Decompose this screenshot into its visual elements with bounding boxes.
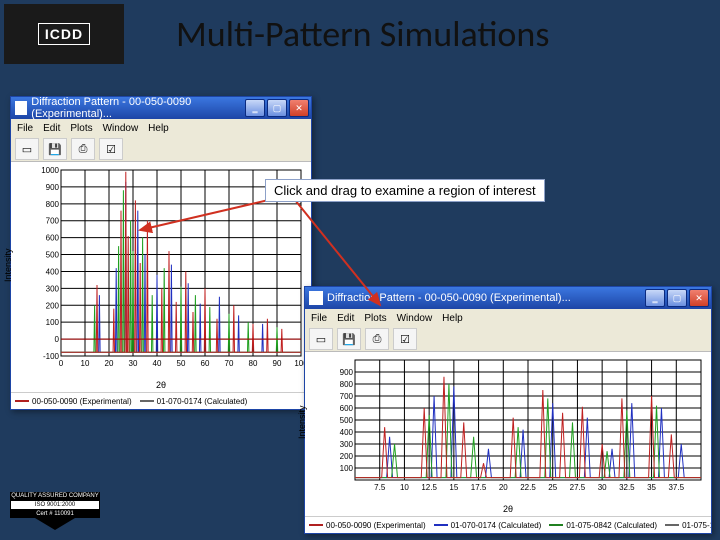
window-title: Diffraction Pattern - 00-050-0090 (Exper…: [31, 96, 245, 120]
svg-text:900: 900: [46, 183, 60, 192]
svg-text:20: 20: [499, 483, 508, 492]
svg-text:7.5: 7.5: [374, 483, 386, 492]
titlebar[interactable]: Diffraction Pattern - 00-050-0090 (Exper…: [11, 97, 311, 119]
svg-text:1000: 1000: [41, 166, 59, 175]
legend-item: 00-050-0090 (Experimental): [309, 521, 426, 530]
icdd-logo: ICDD: [4, 4, 124, 64]
svg-text:0: 0: [55, 335, 60, 344]
y-axis-label: Intensity: [297, 405, 307, 439]
svg-text:80: 80: [249, 359, 258, 368]
svg-text:30: 30: [129, 359, 138, 368]
svg-text:400: 400: [46, 267, 60, 276]
toolbar: ▭💾⎙☑: [305, 327, 711, 352]
svg-text:400: 400: [340, 428, 354, 437]
svg-text:200: 200: [340, 452, 354, 461]
options-icon[interactable]: ☑: [99, 138, 123, 160]
svg-text:17.5: 17.5: [471, 483, 487, 492]
svg-text:500: 500: [46, 251, 60, 260]
svg-text:100: 100: [46, 318, 60, 327]
menu-help[interactable]: Help: [148, 123, 169, 134]
options-icon[interactable]: ☑: [393, 328, 417, 350]
svg-text:500: 500: [340, 416, 354, 425]
close-button[interactable]: ✕: [289, 99, 309, 117]
menubar: File Edit Plots Window Help: [11, 119, 311, 137]
app-icon: [15, 101, 27, 115]
new-icon[interactable]: ▭: [309, 328, 333, 350]
legend-2: 00-050-0090 (Experimental) 01-070-0174 (C…: [305, 516, 711, 533]
svg-text:600: 600: [340, 404, 354, 413]
svg-text:35: 35: [647, 483, 656, 492]
menu-help[interactable]: Help: [442, 313, 463, 324]
svg-text:700: 700: [340, 392, 354, 401]
new-icon[interactable]: ▭: [15, 138, 39, 160]
svg-text:40: 40: [153, 359, 162, 368]
y-axis-label: Intensity: [3, 248, 13, 282]
svg-text:15: 15: [449, 483, 458, 492]
menu-file[interactable]: File: [17, 123, 33, 134]
menu-edit[interactable]: Edit: [43, 123, 60, 134]
toolbar: ▭💾⎙☑: [11, 137, 311, 162]
svg-text:60: 60: [201, 359, 210, 368]
diffraction-window-2: Diffraction Pattern - 00-050-0090 (Exper…: [304, 286, 712, 534]
svg-text:0: 0: [59, 359, 64, 368]
menu-window[interactable]: Window: [103, 123, 139, 134]
svg-text:-100: -100: [43, 352, 60, 361]
save-icon[interactable]: 💾: [337, 328, 361, 350]
minimize-button[interactable]: ‗: [645, 289, 665, 307]
arrow-2: [270, 195, 400, 315]
maximize-button[interactable]: ▢: [267, 99, 287, 117]
svg-text:90: 90: [273, 359, 282, 368]
diffraction-window-1: Diffraction Pattern - 00-050-0090 (Exper…: [10, 96, 312, 410]
plot-2: 7.5 10 12.5 15 17.5 20 22.5 25 27.5 30 32.5 35 37.5 1…: [331, 356, 705, 498]
legend-item: 01-070-0174 (Calculated): [434, 521, 542, 530]
callout-tip: Click and drag to examine a region of in…: [265, 179, 545, 202]
svg-text:27.5: 27.5: [570, 483, 586, 492]
chart-area-2[interactable]: Intensity 7.51012.51517.52022.52527.5303…: [305, 352, 711, 516]
svg-text:30: 30: [598, 483, 607, 492]
svg-text:800: 800: [46, 200, 60, 209]
menu-window[interactable]: Window: [397, 313, 433, 324]
maximize-button[interactable]: ▢: [667, 289, 687, 307]
svg-text:37.5: 37.5: [668, 483, 684, 492]
legend-item: 01-075-0842 (Calculated): [549, 521, 657, 530]
iso-badge: QUALITY ASSURED COMPANY ISO 9001:2000 Ce…: [10, 492, 100, 530]
svg-text:600: 600: [46, 234, 60, 243]
menu-plots[interactable]: Plots: [70, 123, 92, 134]
svg-text:300: 300: [340, 440, 354, 449]
svg-text:200: 200: [46, 301, 60, 310]
save-icon[interactable]: 💾: [43, 138, 67, 160]
svg-text:32.5: 32.5: [619, 483, 635, 492]
svg-text:22.5: 22.5: [520, 483, 536, 492]
svg-text:300: 300: [46, 284, 60, 293]
x-axis-label: 2θ: [503, 504, 513, 514]
svg-text:700: 700: [46, 217, 60, 226]
slide-title: Multi-Pattern Simulations: [176, 12, 549, 56]
print-icon[interactable]: ⎙: [365, 328, 389, 350]
svg-text:50: 50: [177, 359, 186, 368]
svg-text:10: 10: [81, 359, 90, 368]
print-icon[interactable]: ⎙: [71, 138, 95, 160]
legend-1: 00-050-0090 (Experimental) 01-070-0174 (C…: [11, 392, 311, 409]
svg-text:70: 70: [225, 359, 234, 368]
x-axis-label: 2θ: [156, 380, 166, 390]
svg-text:900: 900: [340, 368, 354, 377]
legend-item: 00-050-0090 (Experimental): [15, 397, 132, 406]
svg-text:800: 800: [340, 380, 354, 389]
close-button[interactable]: ✕: [689, 289, 709, 307]
svg-text:100: 100: [340, 464, 354, 473]
svg-text:10: 10: [400, 483, 409, 492]
legend-item: 01-075-1226 (Calculated): [665, 521, 711, 530]
minimize-button[interactable]: ‗: [245, 99, 265, 117]
svg-text:25: 25: [548, 483, 557, 492]
svg-text:20: 20: [105, 359, 114, 368]
svg-text:12.5: 12.5: [421, 483, 437, 492]
legend-item: 01-070-0174 (Calculated): [140, 397, 248, 406]
